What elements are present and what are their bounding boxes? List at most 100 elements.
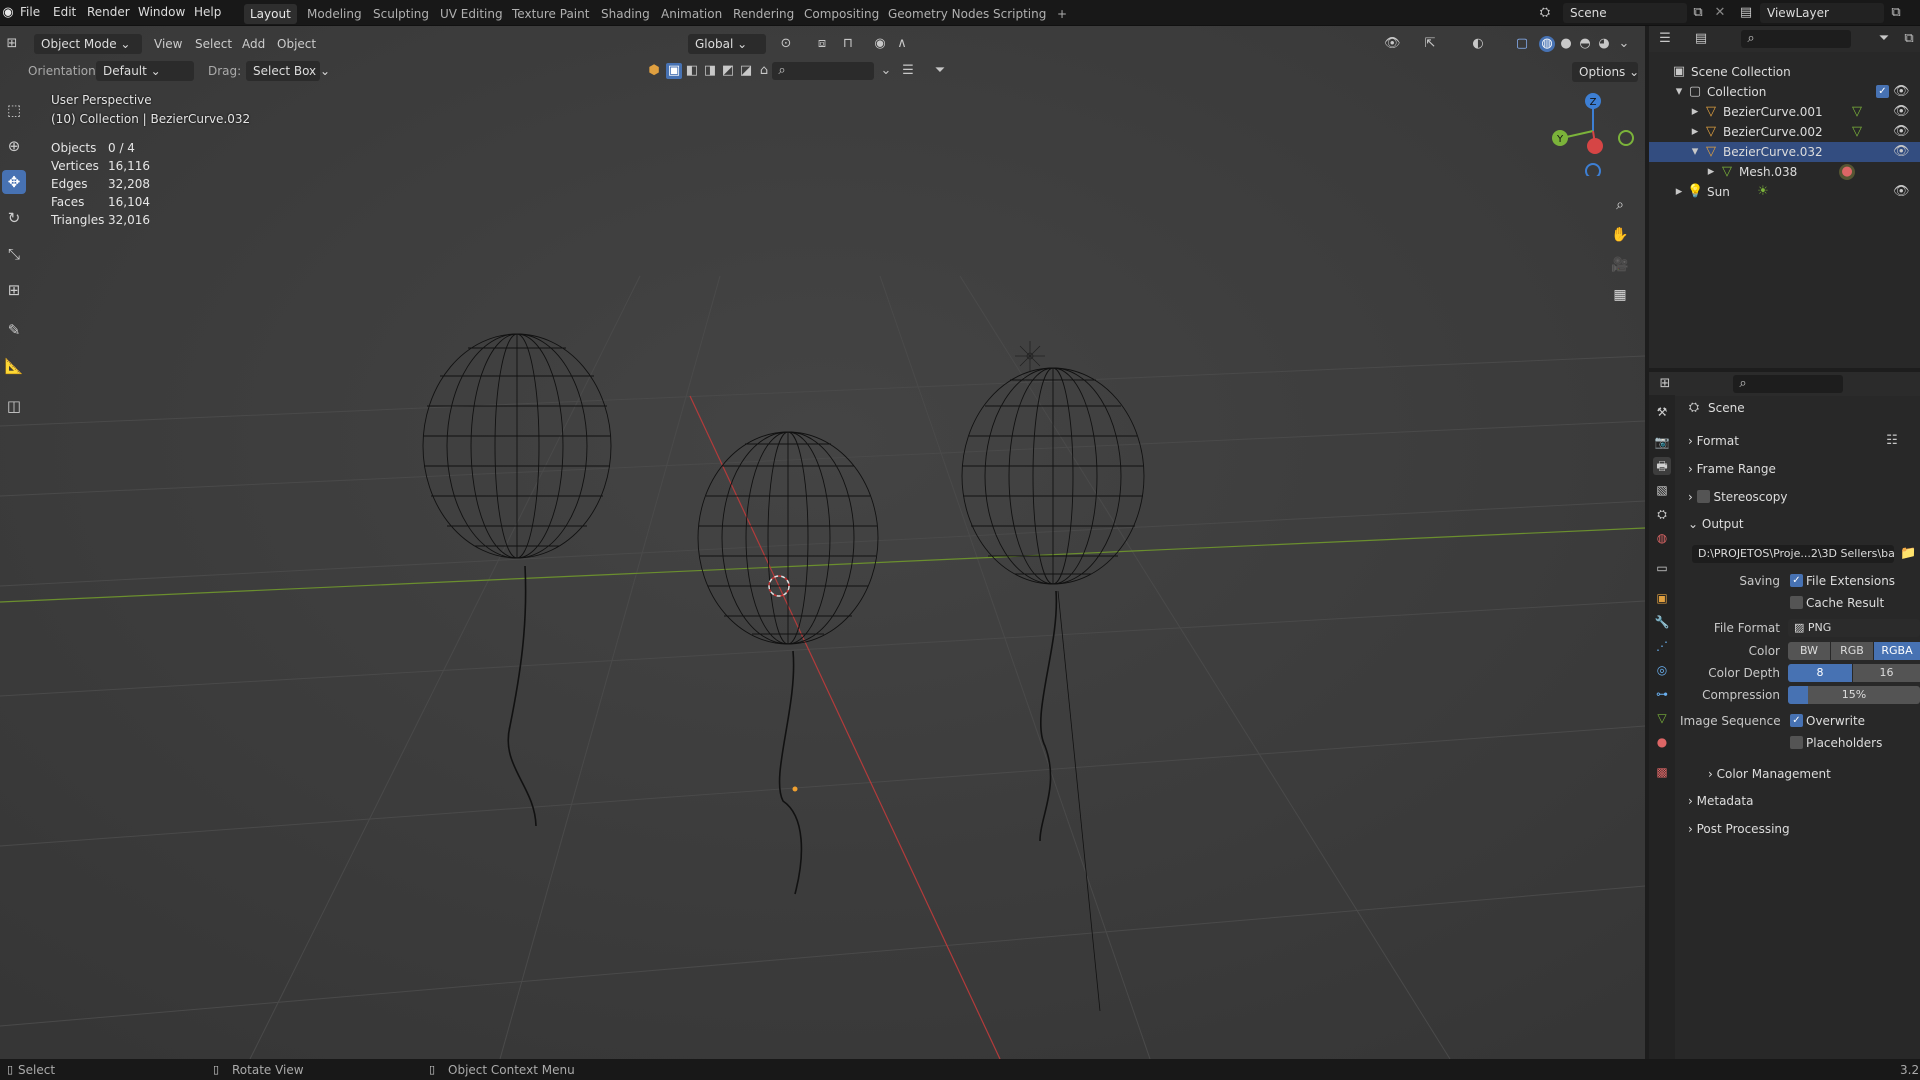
tab-shading[interactable]: Shading bbox=[595, 4, 656, 24]
color-rgb-button[interactable]: RGB bbox=[1831, 642, 1873, 660]
solid-shading-icon[interactable]: ● bbox=[1558, 36, 1574, 52]
stereoscopy-checkbox[interactable] bbox=[1696, 490, 1710, 503]
menu-edit[interactable]: Edit bbox=[53, 5, 76, 19]
xray-icon[interactable]: ▢ bbox=[1514, 36, 1530, 52]
output-tab-icon[interactable]: 🖶 bbox=[1653, 457, 1671, 475]
constraints-tab-icon[interactable]: ⊶ bbox=[1653, 685, 1671, 703]
section-format[interactable]: › Format bbox=[1688, 434, 1739, 448]
output-path-input[interactable]: D:\PROJETOS\Proje...2\3D Sellers\balon bbox=[1692, 545, 1894, 563]
expand-icon[interactable]: ▾ bbox=[1687, 144, 1703, 160]
outliner-item-beziercurve-001[interactable]: ▸ ▽ BezierCurve.001 ▽ 👁 bbox=[1649, 102, 1920, 122]
add-cube-tool-icon[interactable]: ◫ bbox=[2, 394, 26, 418]
shading-options-icon[interactable]: ⌄ bbox=[1616, 36, 1632, 52]
delete-scene-icon[interactable]: ✕ bbox=[1712, 5, 1728, 21]
gizmo-neg-z[interactable] bbox=[1585, 163, 1601, 176]
properties-editor-icon[interactable]: ⊞ bbox=[1657, 376, 1673, 392]
proportional-edit-icon[interactable]: ◉ bbox=[872, 36, 888, 52]
tab-scripting[interactable]: Scripting bbox=[987, 4, 1052, 24]
drag-selector[interactable]: Select Box ⌄ bbox=[246, 61, 330, 81]
select-box-tool-icon[interactable]: ⬚ bbox=[2, 98, 26, 122]
eye-icon[interactable]: 👁 bbox=[1893, 104, 1910, 120]
new-view-layer-icon[interactable]: ⧉ bbox=[1888, 5, 1904, 21]
outliner-item-beziercurve-002[interactable]: ▸ ▽ BezierCurve.002 ▽ 👁 bbox=[1649, 122, 1920, 142]
rendered-shading-icon[interactable]: ◕ bbox=[1596, 36, 1612, 52]
section-stereoscopy[interactable]: › Stereoscopy bbox=[1688, 490, 1787, 504]
select-extend-icon[interactable]: ◧ bbox=[684, 63, 700, 79]
select-filter-icon[interactable]: ⌂ bbox=[756, 63, 772, 79]
tab-animation[interactable]: Animation bbox=[655, 4, 728, 24]
render-tab-icon[interactable]: 📷 bbox=[1653, 433, 1671, 451]
add-workspace-button[interactable]: + bbox=[1051, 4, 1073, 24]
expand-icon[interactable]: ▸ bbox=[1687, 124, 1703, 140]
transform-tool-icon[interactable]: ⊞ bbox=[2, 278, 26, 302]
tab-compositing[interactable]: Compositing bbox=[798, 4, 885, 24]
physics-tab-icon[interactable]: ◎ bbox=[1653, 661, 1671, 679]
outliner-search-input[interactable]: ⌕ bbox=[1741, 30, 1851, 48]
tab-geometry-nodes[interactable]: Geometry Nodes bbox=[882, 4, 995, 24]
expand-icon[interactable]: ▸ bbox=[1703, 164, 1719, 180]
curve-data-icon[interactable]: ▽ bbox=[1849, 124, 1865, 140]
snap-icon[interactable]: ⧈ bbox=[814, 36, 830, 52]
expand-icon[interactable]: ▸ bbox=[1687, 104, 1703, 120]
folder-icon[interactable]: 📁 bbox=[1900, 546, 1916, 562]
overwrite-checkbox[interactable]: ✓ bbox=[1790, 714, 1803, 727]
collection-tab-icon[interactable]: ▭ bbox=[1653, 559, 1671, 577]
outliner-collection[interactable]: ▾ ▢ Collection ✓ 👁 bbox=[1649, 82, 1920, 102]
outliner-item-beziercurve-032[interactable]: ▾ ▽ BezierCurve.032 👁 bbox=[1649, 142, 1920, 162]
section-frame-range[interactable]: › Frame Range bbox=[1688, 462, 1776, 476]
overlays-icon[interactable]: ◐ bbox=[1470, 36, 1486, 52]
eye-icon[interactable]: 👁 bbox=[1893, 144, 1910, 160]
file-extensions-checkbox[interactable]: ✓ bbox=[1790, 574, 1803, 587]
select-invert-icon[interactable]: ◩ bbox=[720, 63, 736, 79]
cursor-tool-icon[interactable]: ⊕ bbox=[2, 134, 26, 158]
gizmo-neg-y[interactable] bbox=[1618, 130, 1634, 146]
tab-layout[interactable]: Layout bbox=[244, 4, 297, 24]
tab-sculpting[interactable]: Sculpting bbox=[367, 4, 435, 24]
filter-icon[interactable]: ⏷ bbox=[932, 63, 948, 79]
particles-tab-icon[interactable]: ⋰ bbox=[1653, 637, 1671, 655]
eye-icon[interactable]: 👁 bbox=[1893, 124, 1910, 140]
view-layer-tab-icon[interactable]: ▧ bbox=[1653, 481, 1671, 499]
scene-icon[interactable]: ⛭ bbox=[1537, 5, 1553, 21]
color-depth-8-button[interactable]: 8 bbox=[1788, 664, 1852, 682]
gizmo-x[interactable] bbox=[1587, 138, 1603, 154]
section-color-management[interactable]: › Color Management bbox=[1708, 767, 1831, 781]
menu-render[interactable]: Render bbox=[87, 5, 130, 19]
viewport-search-input[interactable]: ⌕ bbox=[772, 62, 874, 80]
file-format-selector[interactable]: ▨ PNG bbox=[1788, 619, 1920, 637]
material-tab-icon[interactable]: ● bbox=[1653, 733, 1671, 751]
tab-modeling[interactable]: Modeling bbox=[301, 4, 368, 24]
scene-selector[interactable]: Scene bbox=[1563, 3, 1687, 23]
annotate-tool-icon[interactable]: ✎ bbox=[2, 318, 26, 342]
cache-result-checkbox[interactable] bbox=[1790, 596, 1803, 609]
color-depth-16-button[interactable]: 16 bbox=[1853, 664, 1920, 682]
presets-icon[interactable]: ☷ bbox=[1884, 433, 1900, 449]
camera-view-icon[interactable]: 🎥 bbox=[1607, 252, 1633, 278]
mode-selector[interactable]: Object Mode ⌄ bbox=[34, 34, 142, 54]
section-metadata[interactable]: › Metadata bbox=[1688, 794, 1753, 808]
tool-tab-icon[interactable]: ⚒ bbox=[1653, 403, 1671, 421]
object-types-icon[interactable]: ⬢ bbox=[646, 63, 662, 79]
editor-type-icon[interactable]: ⊞ bbox=[4, 36, 20, 52]
menu-window[interactable]: Window bbox=[138, 5, 185, 19]
properties-search-input[interactable]: ⌕ bbox=[1733, 375, 1843, 393]
collection-exclude-checkbox[interactable]: ✓ bbox=[1876, 85, 1889, 98]
curve-data-icon[interactable]: ▽ bbox=[1849, 104, 1865, 120]
expand-icon[interactable]: ▾ bbox=[1671, 84, 1687, 100]
scale-tool-icon[interactable]: ⤡ bbox=[2, 242, 26, 266]
menu-help[interactable]: Help bbox=[194, 5, 221, 19]
zoom-icon[interactable]: ⌕ bbox=[1607, 192, 1633, 218]
falloff-icon[interactable]: ∧ bbox=[894, 36, 910, 52]
object-tab-icon[interactable]: ▣ bbox=[1653, 589, 1671, 607]
dropdown-icon[interactable]: ⌄ bbox=[878, 63, 894, 79]
outliner-scene-collection[interactable]: ▣ Scene Collection bbox=[1649, 62, 1920, 82]
wireframe-shading-icon[interactable]: ◍ bbox=[1539, 36, 1555, 52]
menu-object[interactable]: Object bbox=[277, 37, 316, 51]
view-layer-selector[interactable]: ViewLayer bbox=[1760, 3, 1884, 23]
new-scene-icon[interactable]: ⧉ bbox=[1690, 5, 1706, 21]
data-tab-icon[interactable]: ▽ bbox=[1653, 709, 1671, 727]
eye-icon[interactable]: 👁 bbox=[1893, 184, 1910, 200]
tab-uv-editing[interactable]: UV Editing bbox=[434, 4, 509, 24]
3d-viewport[interactable]: Z Y ⌕ ✋ 🎥 ▦ bbox=[0, 26, 1645, 1059]
texture-tab-icon[interactable]: ▩ bbox=[1653, 763, 1671, 781]
